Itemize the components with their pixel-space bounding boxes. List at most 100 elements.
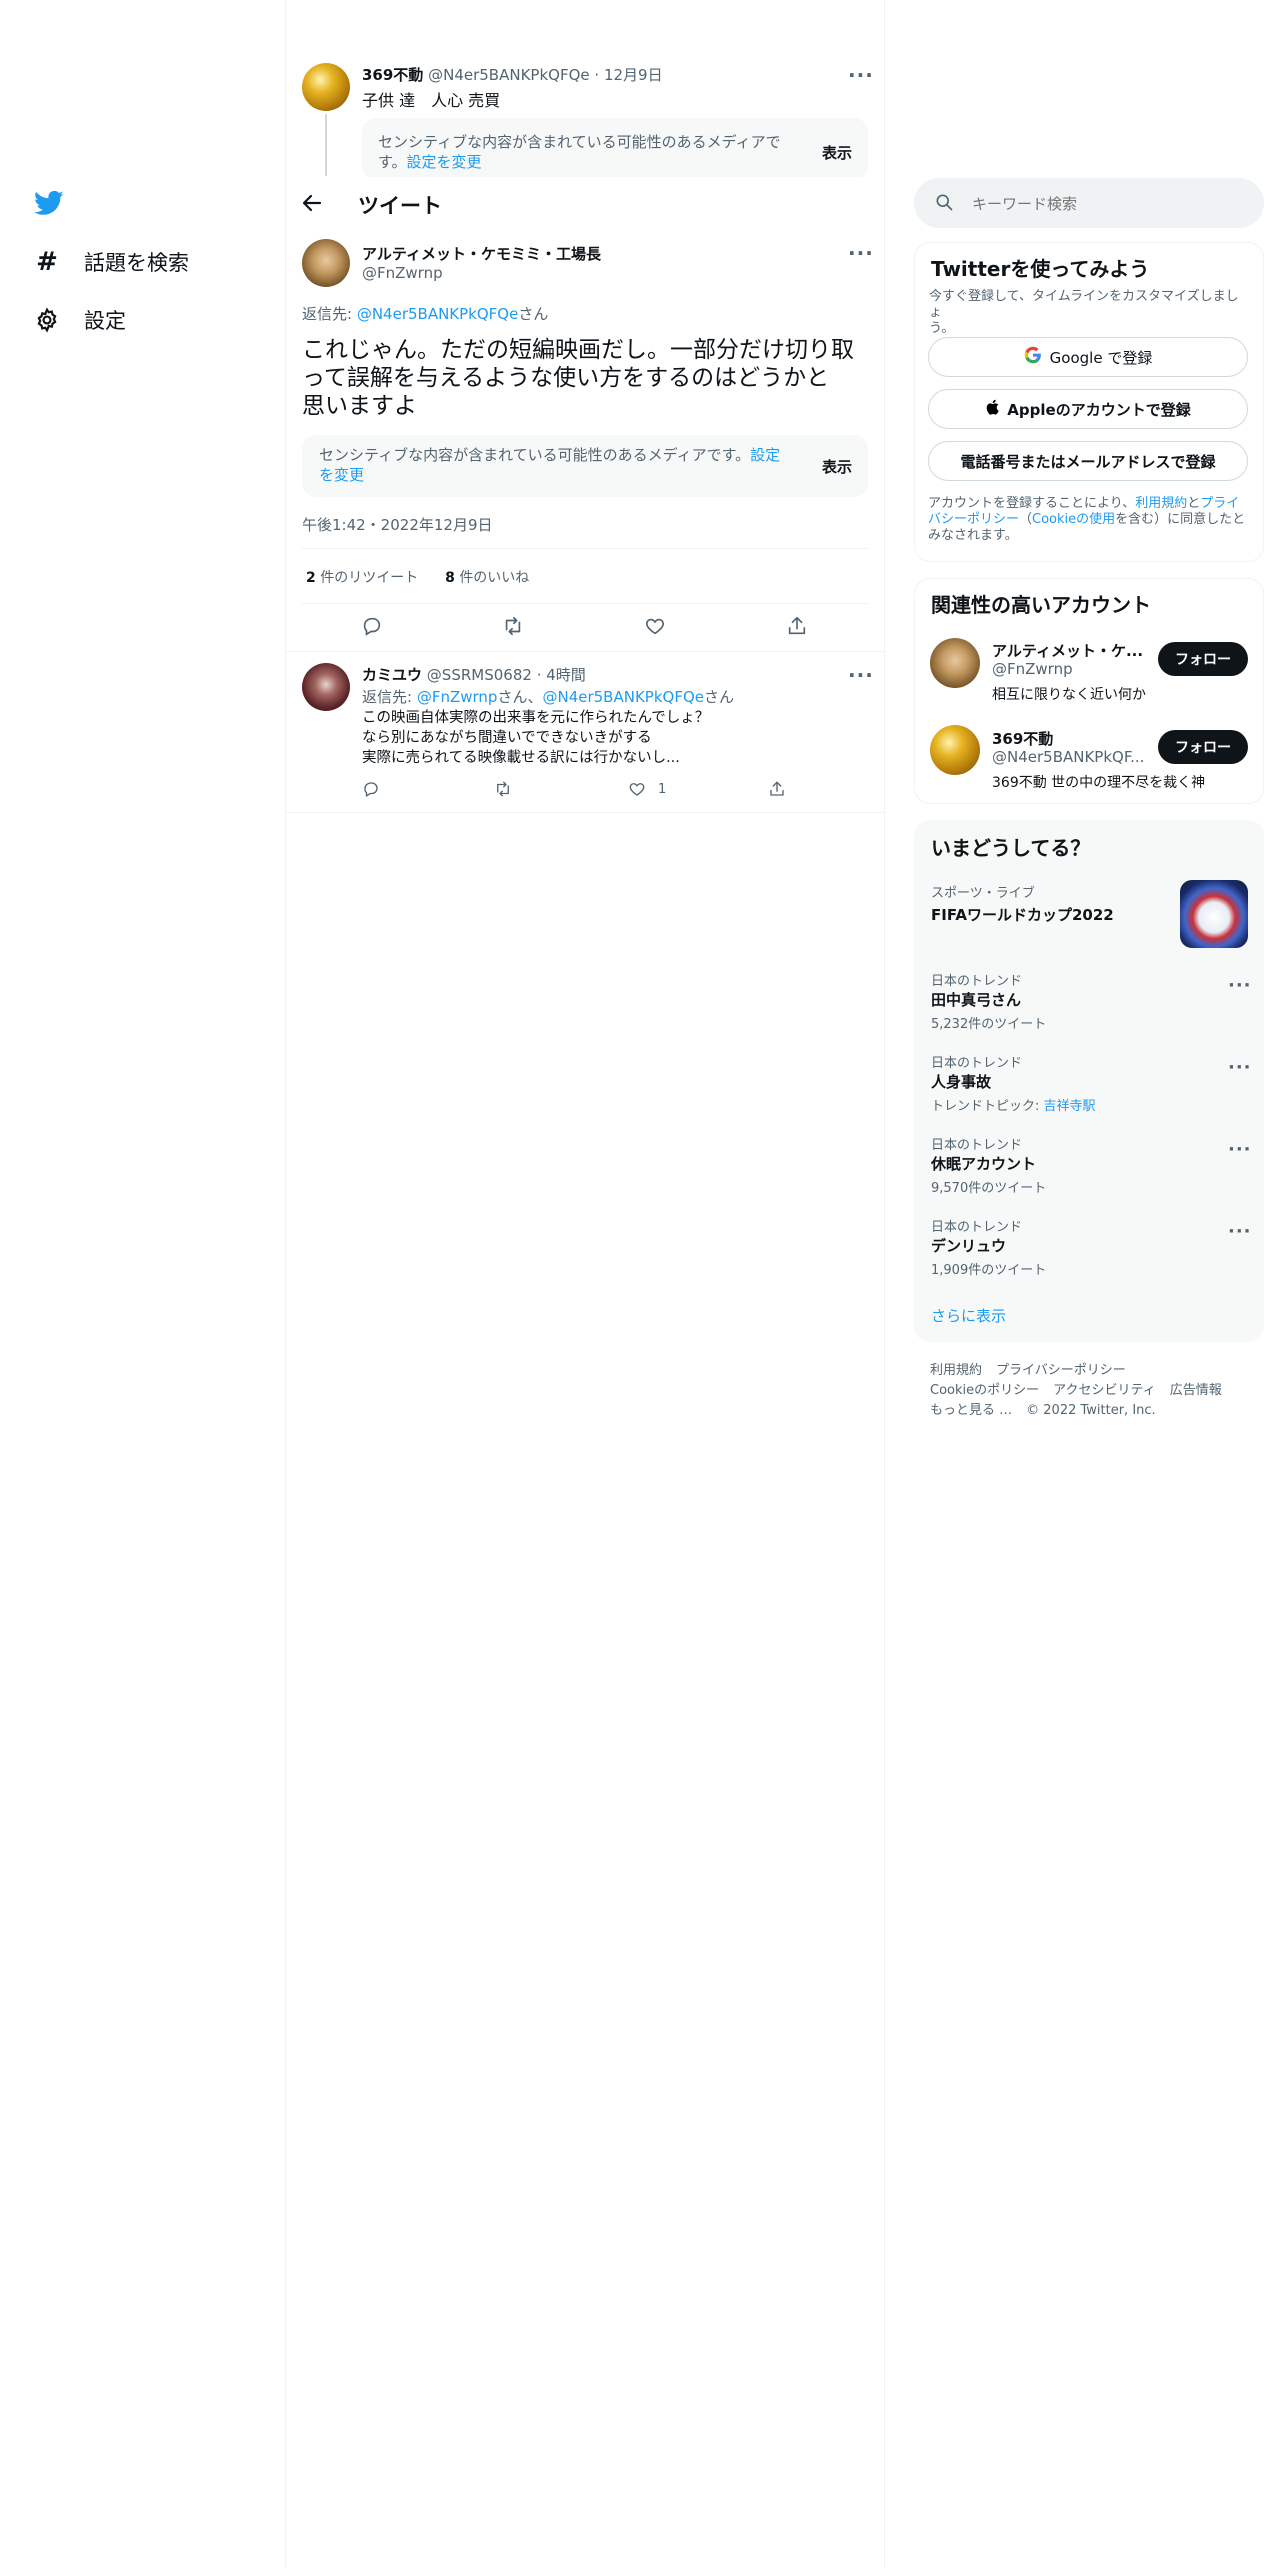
cookie-link[interactable]: Cookieの使用 [1032,512,1115,527]
trend-topic: トレンドトピック: 吉祥寺駅 [931,1099,1096,1114]
sensitive-text: センシティブな内容が含まれている可能性のあるメディアで す。設定を変更 [378,133,781,171]
apple-icon [985,398,1001,420]
display-name[interactable]: 369不動 [362,66,423,84]
display-name[interactable]: アルティメット・ケモミミ・工場長 [362,243,601,264]
sensitive-media-notice: センシティブな内容が含まれている可能性のあるメディアです。設定 を変更 表示 [302,435,868,497]
terms-link[interactable]: 利用規約 [1135,496,1187,511]
reply-icon[interactable] [362,780,380,798]
like-button[interactable]: 1 [628,780,666,798]
more-icon[interactable]: ··· [848,665,874,685]
like-icon[interactable] [644,615,666,637]
trends-title: いまどうしてる？ [931,836,1091,860]
trend-name[interactable]: 休眠アカウント [931,1153,1036,1174]
event-thumbnail [1180,880,1248,948]
nav-settings[interactable]: 設定 [34,300,126,340]
show-more-link[interactable]: さらに表示 [931,1305,1006,1326]
footer-cookie[interactable]: Cookieのポリシー [930,1383,1039,1398]
tweet-time[interactable]: 12月9日 [604,66,663,84]
twitter-logo-icon[interactable] [34,188,64,218]
more-icon[interactable]: ··· [1228,1059,1252,1077]
trend-category: 日本のトレンド [931,1138,1023,1153]
footer-terms[interactable]: 利用規約 [930,1363,982,1378]
footer-links-2: Cookieのポリシー アクセシビリティ 広告情報 [930,1379,1236,1398]
follow-button[interactable]: フォロー [1158,642,1248,676]
footer-ads[interactable]: 広告情報 [1170,1383,1222,1398]
reply-mention[interactable]: @N4er5BANKPkQFQe [542,688,704,706]
like-count: 1 [658,781,667,797]
account-handle[interactable]: @FnZwrnp [992,660,1073,678]
show-media-button[interactable]: 表示 [822,456,852,477]
back-arrow-icon[interactable] [300,191,326,217]
column-divider-right [884,0,885,2568]
more-icon[interactable]: ··· [1228,1141,1252,1159]
follow-button[interactable]: フォロー [1158,730,1248,764]
reply-mention[interactable]: @FnZwrnp [417,688,498,706]
share-icon[interactable] [768,780,786,798]
footer-links-3: もっと見る … © 2022 Twitter, Inc. [930,1399,1170,1418]
tweet-header-bar: ツイート [286,177,884,230]
divider [286,651,884,652]
reply-mention[interactable]: @N4er5BANKPkQFQe [357,305,519,323]
retweet-icon[interactable] [494,780,512,798]
handle[interactable]: @FnZwrnp [362,264,443,282]
avatar[interactable] [302,663,350,711]
reply-tweet-header: カミユウ @SSRMS0682 · 4時間 [362,666,586,684]
nav-settings-label: 設定 [84,309,126,333]
handle[interactable]: @N4er5BANKPkQFQe [428,66,590,84]
signup-subtitle: 今すぐ登録して、タイムラインをカスタマイズしましょ う。 [929,289,1239,336]
trend-event[interactable]: スポーツ・ライブ FIFAワールドカップ2022 [914,870,1264,950]
settings-link-cont[interactable]: を変更 [319,466,364,484]
trend-topic-link[interactable]: 吉祥寺駅 [1044,1099,1096,1114]
show-media-button[interactable]: 表示 [822,142,852,163]
avatar[interactable] [302,63,350,111]
trend-name[interactable]: 田中真弓さん [931,989,1021,1010]
google-signup-button[interactable]: Google で登録 [928,337,1248,377]
signup-title: Twitterを使ってみよう [931,257,1150,281]
trend-category: 日本のトレンド [931,974,1023,989]
hashtag-icon: # [36,247,58,277]
search-input[interactable] [970,190,1244,218]
footer-privacy[interactable]: プライバシーポリシー [996,1363,1126,1378]
more-icon[interactable]: ··· [848,65,874,85]
privacy-link[interactable]: プライ [1200,496,1239,511]
more-icon[interactable]: ··· [1228,977,1252,995]
search-bar[interactable] [914,178,1264,228]
divider [302,548,868,549]
google-signup-label: Google で登録 [1049,348,1153,367]
nav-explore[interactable]: # 話題を検索 [34,242,189,282]
reply-context: 返信先: @FnZwrnpさん、@N4er5BANKPkQFQeさん [362,688,734,706]
apple-signup-label: Appleのアカウントで登録 [1007,400,1191,419]
more-icon[interactable]: ··· [848,243,874,263]
tweet-timestamp[interactable]: 午後1:42・2022年12月9日 [302,514,493,535]
display-name[interactable]: カミユウ [362,666,422,684]
trend-category: スポーツ・ライブ [931,886,1035,901]
handle[interactable]: @SSRMS0682 [427,666,532,684]
tweet-time[interactable]: 4時間 [546,666,586,684]
reply-icon[interactable] [361,615,383,637]
share-icon[interactable] [786,615,808,637]
search-icon [934,192,954,216]
avatar[interactable] [930,725,980,775]
privacy-link-cont[interactable]: バシーポリシー [928,512,1019,527]
settings-link[interactable]: 設定 [750,446,780,464]
account-bio: 相互に限りなく近い何か [992,687,1146,703]
phone-email-signup-button[interactable]: 電話番号またはメールアドレスで登録 [928,441,1248,481]
avatar[interactable] [302,239,350,287]
footer-accessibility[interactable]: アクセシビリティ [1053,1383,1156,1398]
sensitive-text: センシティブな内容が含まれている可能性のあるメディアです。設定 を変更 [319,446,781,484]
footer-more[interactable]: もっと見る … [930,1403,1012,1418]
avatar[interactable] [930,638,980,688]
like-stat[interactable]: 8 件のいいね [445,570,529,586]
retweet-stat[interactable]: 2 件のリツイート [306,570,418,586]
retweet-icon[interactable] [502,615,524,637]
account-name[interactable]: アルティメット・ケ... [992,640,1143,661]
account-name[interactable]: 369不動 [992,728,1053,749]
reply-context: 返信先: @N4er5BANKPkQFQeさん [302,305,549,323]
more-icon[interactable]: ··· [1228,1223,1252,1241]
trend-name[interactable]: デンリュウ [931,1235,1006,1256]
apple-signup-button[interactable]: Appleのアカウントで登録 [928,389,1248,429]
trend-name: FIFAワールドカップ2022 [931,906,1114,924]
account-handle[interactable]: @N4er5BANKPkQF... [992,748,1144,766]
trend-name[interactable]: 人身事故 [931,1071,991,1092]
settings-link[interactable]: 設定を変更 [407,153,482,171]
